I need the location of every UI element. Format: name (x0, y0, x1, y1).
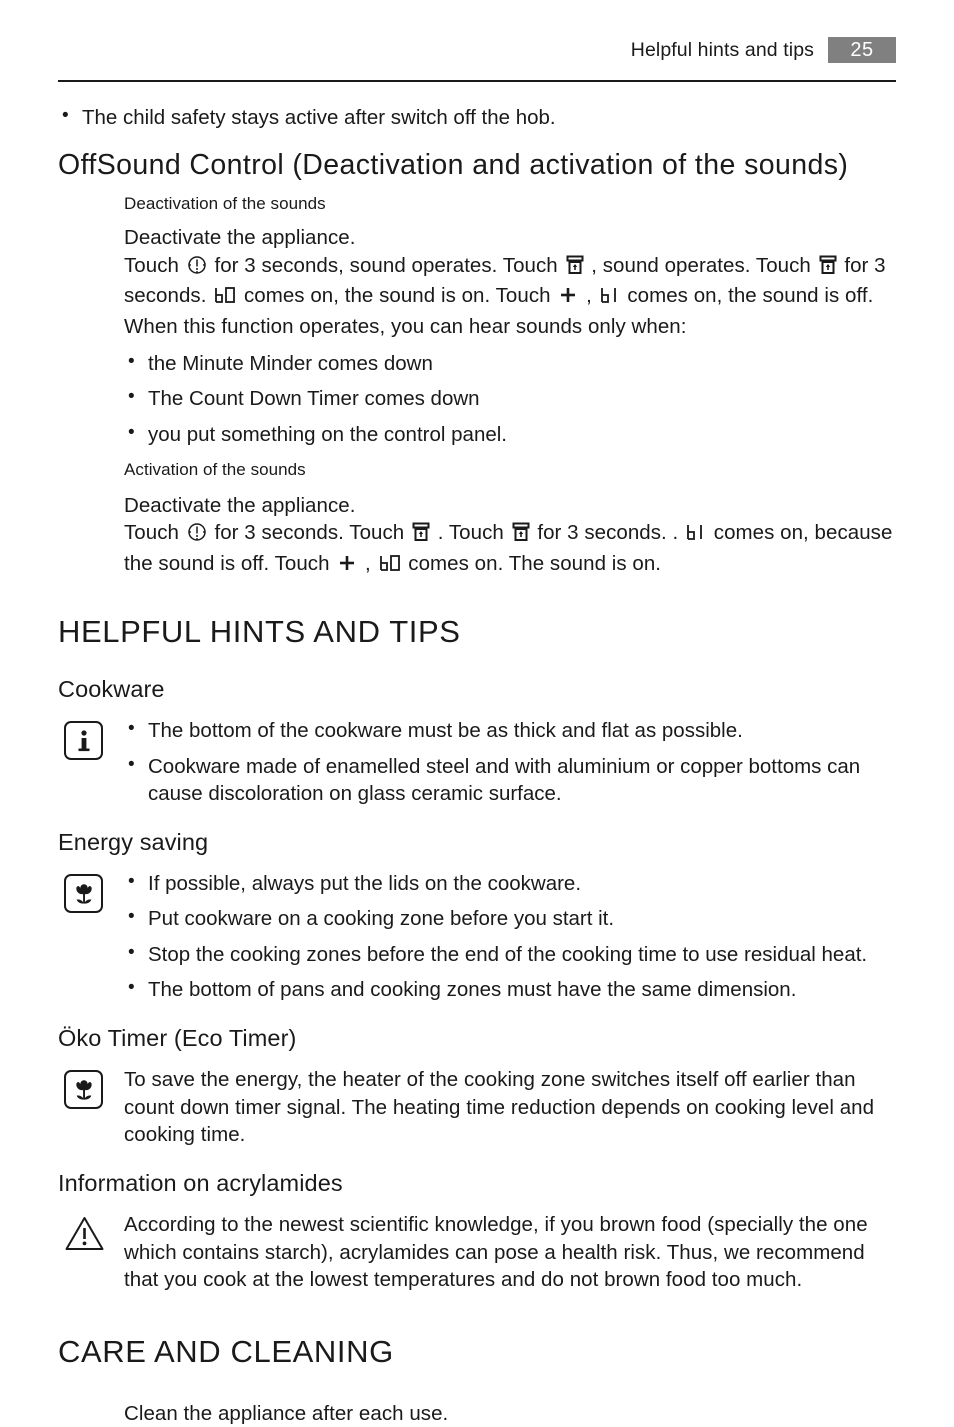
icon-body: To save the energy, the heater of the co… (124, 1066, 896, 1148)
text-run: comes on, the sound is off. (621, 284, 874, 308)
running-header: Helpful hints and tips 25 (58, 0, 896, 74)
text-run: for 3 seconds. . (531, 521, 685, 545)
text-run: comes on. The sound is on. (402, 551, 662, 575)
deactivation-line-1: Deactivate the appliance. (124, 226, 356, 250)
display-b1-icon (599, 284, 621, 311)
oko-timer-block: To save the energy, the heater of the co… (58, 1066, 896, 1148)
list-item: the Minute Minder comes down (124, 349, 896, 377)
lock-icon (566, 255, 584, 282)
document-page: Helpful hints and tips 25 The child safe… (0, 0, 954, 1425)
timer-clock-icon (187, 255, 207, 282)
eco-flower-icon (64, 1070, 103, 1110)
text-run: , (580, 284, 598, 308)
energy-saving-block: If possible, always put the lids on the … (58, 869, 896, 1003)
text-run: for 3 seconds. Touch (208, 521, 410, 545)
list-item: Put cookware on a cooking zone before yo… (124, 904, 896, 932)
deactivation-instructions: Touch for 3 seconds, sound operates. Tou… (124, 252, 896, 313)
energy-saving-heading: Energy saving (58, 829, 209, 856)
deactivation-when-line: When this function operates, you can hea… (124, 314, 687, 338)
acrylamides-text: According to the newest scientific knowl… (124, 1213, 868, 1292)
display-b0-icon (213, 284, 237, 311)
cookware-bullet-list: The bottom of the cookware must be as th… (124, 716, 896, 808)
activation-line-1: Deactivate the appliance. (124, 493, 356, 517)
list-item: The bottom of the cookware must be as th… (124, 716, 896, 744)
icon-body: If possible, always put the lids on the … (124, 869, 896, 1003)
text-run: for 3 seconds, sound operates. Touch (208, 253, 564, 277)
lock-icon (819, 255, 837, 282)
cookware-block: The bottom of the cookware must be as th… (58, 716, 896, 808)
text-run: . Touch (432, 521, 510, 545)
deactivation-bullet-list: the Minute Minder comes down The Count D… (124, 349, 896, 448)
timer-clock-icon (187, 522, 207, 549)
list-item: Cookware made of enamelled steel and wit… (124, 752, 896, 808)
icon-cell (58, 870, 124, 914)
list-item: Stop the cooking zones before the end of… (124, 940, 896, 968)
text-run: comes on, the sound is on. Touch (238, 284, 557, 308)
cookware-heading: Cookware (58, 676, 165, 703)
text-run: Touch (124, 253, 185, 277)
page-number-badge: 25 (828, 37, 896, 63)
oko-timer-heading: Öko Timer (Eco Timer) (58, 1025, 297, 1052)
text-run: , (359, 551, 377, 575)
lock-icon (412, 522, 430, 549)
oko-timer-text: To save the energy, the heater of the co… (124, 1068, 875, 1146)
info-icon (64, 721, 103, 761)
list-item: you put something on the control panel. (124, 420, 896, 448)
text-run: , sound operates. Touch (585, 253, 817, 277)
display-b0-icon (378, 552, 402, 579)
icon-cell (58, 717, 124, 761)
activation-subheading: Activation of the sounds (124, 459, 306, 479)
list-item: If possible, always put the lids on the … (124, 869, 896, 897)
energy-saving-bullet-list: If possible, always put the lids on the … (124, 869, 896, 1003)
plus-icon (337, 553, 357, 580)
icon-body: The bottom of the cookware must be as th… (124, 716, 896, 808)
lock-icon (512, 522, 530, 549)
warning-triangle-icon (65, 1217, 104, 1251)
acrylamides-heading: Information on acrylamides (58, 1170, 343, 1197)
deactivation-block: Deactivation of the sounds Deactivate th… (124, 194, 896, 580)
page-content: The child safety stays active after swit… (58, 82, 896, 1427)
top-bullet-list: The child safety stays active after swit… (58, 103, 896, 131)
activation-instructions: Touch for 3 seconds. Touch . Touch for 3… (124, 519, 896, 580)
eco-flower-icon (64, 874, 103, 914)
list-item: The child safety stays active after swit… (58, 103, 896, 131)
helpful-hints-heading: HELPFUL HINTS AND TIPS (58, 614, 461, 650)
offsound-heading: OffSound Control (Deactivation and activ… (58, 149, 849, 182)
icon-cell (58, 1066, 124, 1110)
acrylamides-block: According to the newest scientific knowl… (58, 1211, 896, 1293)
list-item: The bottom of pans and cooking zones mus… (124, 975, 896, 1003)
care-cleaning-text: Clean the appliance after each use. (124, 1401, 449, 1425)
icon-body: According to the newest scientific knowl… (124, 1211, 896, 1293)
plus-icon (558, 285, 578, 312)
header-title: Helpful hints and tips (630, 38, 814, 61)
text-run: Touch (124, 521, 185, 545)
display-b1-icon (685, 521, 707, 548)
deactivation-subheading: Deactivation of the sounds (124, 194, 326, 214)
icon-cell (58, 1211, 124, 1252)
list-item: The Count Down Timer comes down (124, 384, 896, 412)
